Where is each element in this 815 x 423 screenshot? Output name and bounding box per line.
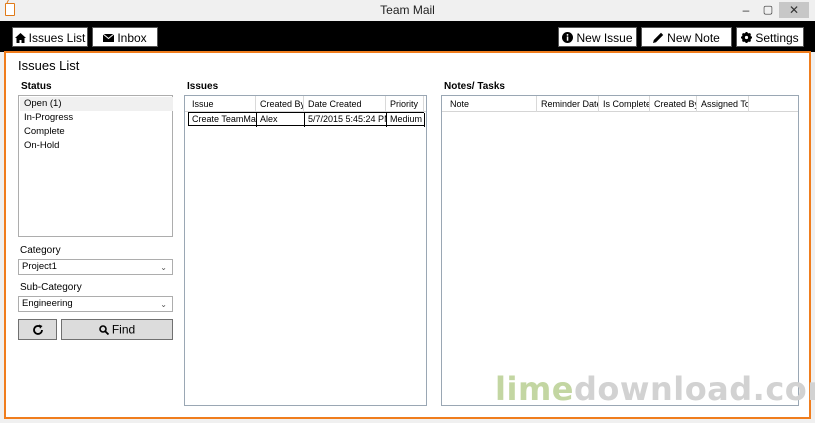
- chevron-down-icon: ⌄: [160, 263, 167, 272]
- minimize-button[interactable]: –: [737, 2, 755, 18]
- column-header-priority[interactable]: Priority: [386, 96, 424, 112]
- new-issue-button[interactable]: New Issue: [558, 27, 637, 47]
- find-label: Find: [111, 322, 136, 337]
- toolbar: Issues List Inbox New Issue New Note Set…: [0, 21, 815, 52]
- priority-cell: Medium: [387, 113, 425, 127]
- inbox-button[interactable]: Inbox: [92, 27, 158, 47]
- created-by-cell: Alex: [257, 113, 305, 127]
- settings-button[interactable]: Settings: [736, 27, 804, 47]
- status-listbox[interactable]: Open (1) In-Progress Complete On-Hold: [18, 95, 173, 237]
- new-note-label: New Note: [667, 30, 720, 45]
- refresh-button[interactable]: [18, 319, 57, 340]
- notes-heading: Notes/ Tasks: [444, 81, 505, 92]
- notes-grid-header: Note Reminder Date Is Complete Created B…: [442, 96, 798, 112]
- issues-grid-header: Issue Created By Date Created Priority: [185, 96, 426, 112]
- category-select[interactable]: Project1 ⌄: [18, 259, 173, 275]
- column-header-created-by[interactable]: Created By: [650, 96, 697, 112]
- category-value: Project1: [22, 261, 57, 272]
- table-row[interactable]: Create TeamMail Alex 5/7/2015 5:45:24 PM…: [188, 112, 425, 127]
- column-header-date-created[interactable]: Date Created: [304, 96, 386, 112]
- category-label: Category: [20, 245, 61, 256]
- subcategory-select[interactable]: Engineering ⌄: [18, 296, 173, 312]
- watermark-part1: lime: [495, 370, 574, 408]
- issue-cell: Create TeamMail: [189, 113, 257, 127]
- issues-list-label: Issues List: [28, 30, 86, 45]
- column-header-is-complete[interactable]: Is Complete: [599, 96, 650, 112]
- column-header-issue[interactable]: Issue: [188, 96, 256, 112]
- status-heading: Status: [21, 81, 52, 92]
- settings-label: Settings: [755, 30, 799, 45]
- page-title: Issues List: [18, 58, 80, 73]
- issues-grid[interactable]: Issue Created By Date Created Priority C…: [184, 95, 427, 406]
- column-header-created-by[interactable]: Created By: [256, 96, 304, 112]
- info-icon: [562, 32, 574, 44]
- chevron-down-icon: ⌄: [160, 300, 167, 309]
- status-item-on-hold[interactable]: On-Hold: [20, 139, 173, 153]
- status-item-complete[interactable]: Complete: [20, 125, 173, 139]
- watermark-part2: download.com: [573, 370, 815, 408]
- notes-grid[interactable]: Note Reminder Date Is Complete Created B…: [441, 95, 799, 406]
- status-item-in-progress[interactable]: In-Progress: [20, 111, 173, 125]
- inbox-label: Inbox: [117, 30, 147, 45]
- date-created-cell: 5/7/2015 5:45:24 PM: [305, 113, 387, 127]
- window-title: Team Mail: [380, 3, 435, 17]
- search-icon: [99, 325, 109, 335]
- column-header-reminder-date[interactable]: Reminder Date: [537, 96, 599, 112]
- pencil-icon: [653, 32, 664, 44]
- envelope-icon: [103, 33, 115, 42]
- issues-heading: Issues: [187, 81, 219, 92]
- new-note-button[interactable]: New Note: [641, 27, 732, 47]
- subcategory-label: Sub-Category: [20, 282, 82, 293]
- watermark: limedownload.com: [495, 370, 815, 408]
- subcategory-value: Engineering: [22, 298, 73, 309]
- issues-list-button[interactable]: Issues List: [12, 27, 88, 47]
- column-header-assigned-to[interactable]: Assigned To: [697, 96, 749, 112]
- maximize-button[interactable]: ▢: [759, 2, 777, 18]
- find-button[interactable]: Find: [61, 319, 173, 340]
- status-item-open[interactable]: Open (1): [20, 97, 173, 111]
- close-button[interactable]: ✕: [779, 2, 809, 18]
- column-header-note[interactable]: Note: [446, 96, 537, 112]
- home-icon: [14, 32, 26, 43]
- refresh-icon: [33, 324, 43, 335]
- gear-icon: [741, 32, 753, 44]
- new-issue-label: New Issue: [576, 30, 633, 45]
